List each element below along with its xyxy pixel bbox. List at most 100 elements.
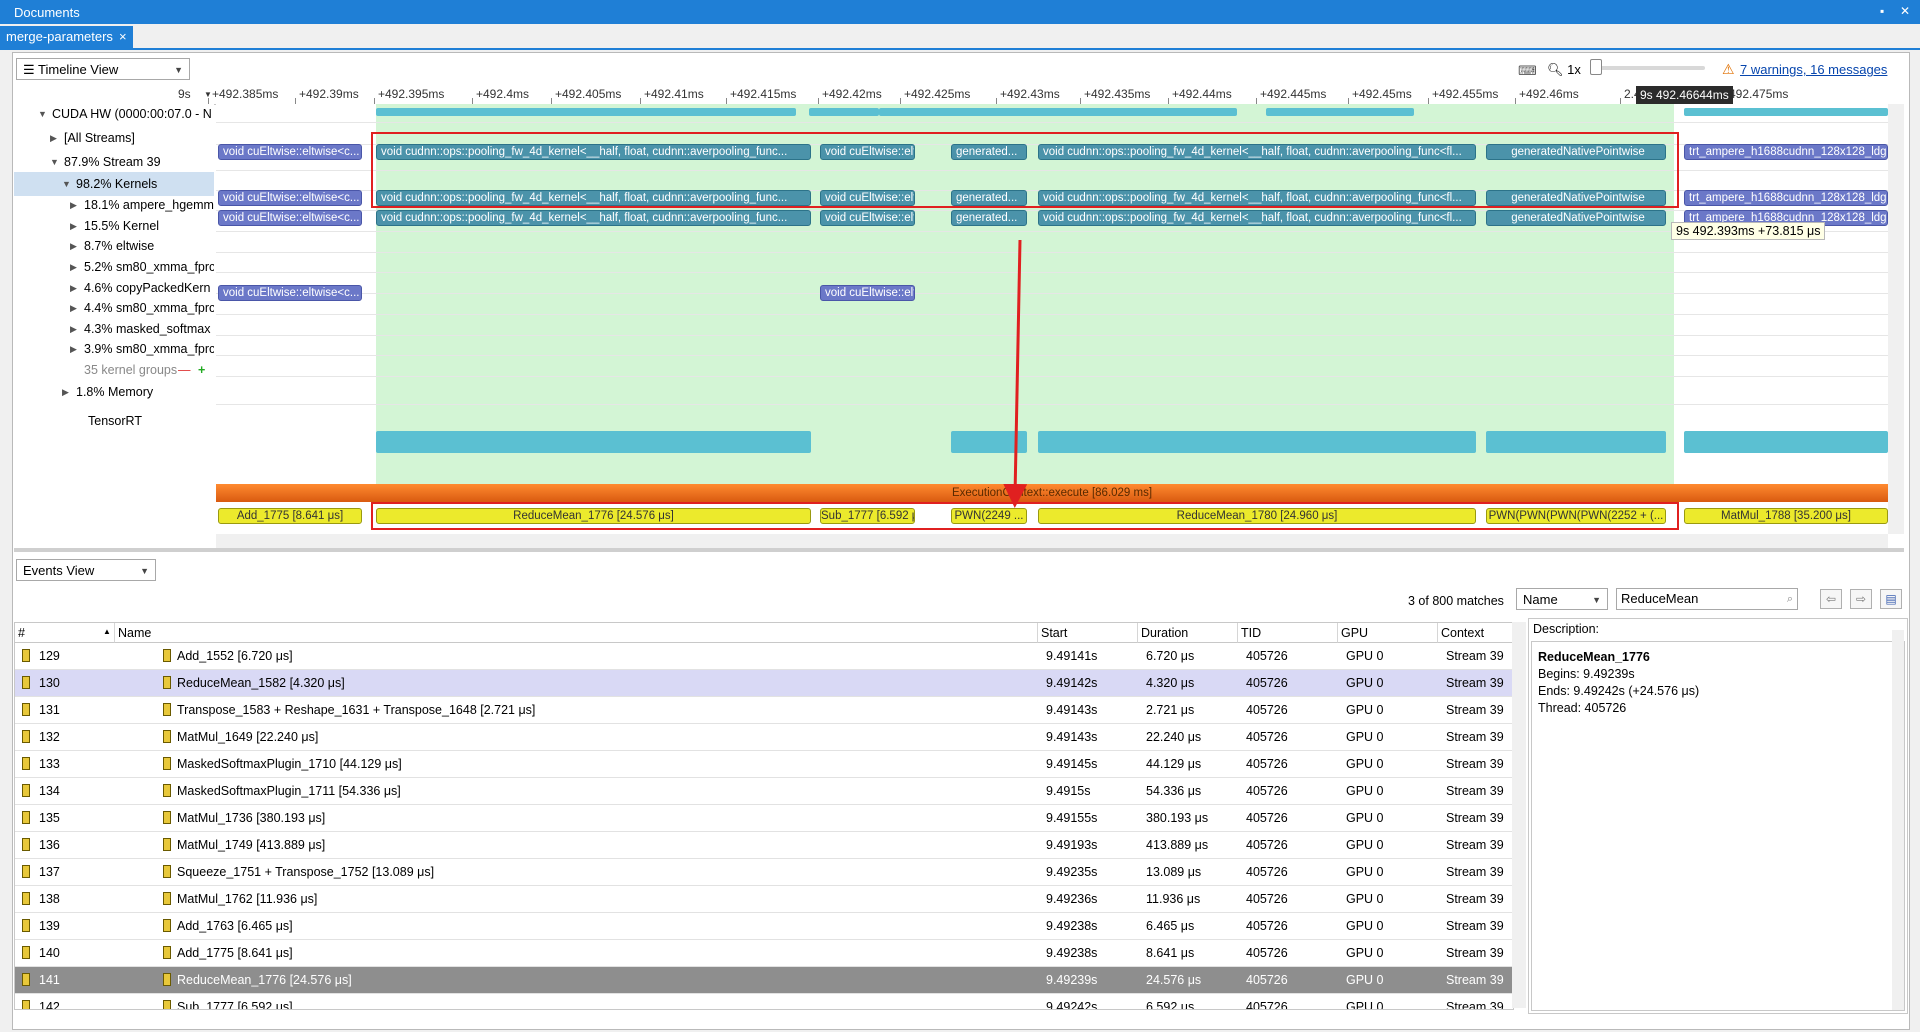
column-header[interactable]: #: [15, 623, 115, 643]
expand-toggle-icon[interactable]: ▶: [62, 380, 69, 404]
table-row[interactable]: 135 MatMul_1736 [380.193 μs] 9.49155s 380.1…: [15, 805, 1513, 832]
collapse-groups-icon[interactable]: —: [178, 358, 191, 382]
column-header[interactable]: TID: [1238, 623, 1338, 643]
menu-icon: ☰: [23, 62, 39, 77]
table-row[interactable]: 137 Squeeze_1751 + Transpose_1752 [13.089…: [15, 859, 1513, 886]
tree-row[interactable]: ▶ 1.8% Memory: [14, 380, 214, 404]
previous-match-button[interactable]: ⇦: [1820, 589, 1842, 609]
next-match-button[interactable]: ⇨: [1850, 589, 1872, 609]
table-cell-tid: 405726: [1246, 730, 1288, 744]
table-cell-ctx: Stream 39: [1446, 865, 1504, 879]
zoom-control[interactable]: 🔍︎ 1x: [1547, 62, 1581, 78]
table-cell-tid: 405726: [1246, 676, 1288, 690]
row-marker-icon: [22, 730, 30, 743]
events-view-combo[interactable]: Events View ▼: [16, 559, 156, 581]
expand-toggle-icon[interactable]: ▶: [50, 126, 57, 150]
table-row[interactable]: 131 Transpose_1583 + Reshape_1631 + Trans…: [15, 697, 1513, 724]
table-cell-gpu: GPU 0: [1346, 892, 1384, 906]
zoom-slider-track[interactable]: [1590, 66, 1705, 70]
tree-row[interactable]: ▶ [All Streams]: [14, 126, 214, 150]
table-cell-ctx: Stream 39: [1446, 703, 1504, 717]
sort-ascending-icon[interactable]: ▲: [103, 627, 111, 636]
tab-label: merge-parameters: [6, 29, 113, 44]
table-cell-name: MatMul_1762 [11.936 μs]: [177, 892, 318, 906]
timeline-vertical-scrollbar[interactable]: [1888, 104, 1904, 534]
tab-merge-parameters[interactable]: merge-parameters ×: [0, 26, 133, 48]
table-cell-start: 9.49141s: [1046, 649, 1098, 663]
timeline-view-label: Timeline View: [38, 62, 119, 77]
table-cell-gpu: GPU 0: [1346, 676, 1384, 690]
column-header[interactable]: Name: [115, 623, 1038, 643]
time-ruler[interactable]: 9s ▼ +492.385ms +492.39ms +492.395ms +492.4…: [14, 86, 1886, 105]
table-cell-tid: 405726: [1246, 649, 1288, 663]
table-cell-ctx: Stream 39: [1446, 973, 1504, 987]
expand-toggle-icon[interactable]: ▼: [38, 102, 47, 126]
expand-toggle-icon[interactable]: ▼: [50, 150, 59, 174]
table-cell-n: 134: [39, 784, 60, 798]
ruler-tick-label: +492.425ms: [904, 87, 971, 101]
table-row[interactable]: 132 MatMul_1649 [22.240 μs] 9.49143s 22.240…: [15, 724, 1513, 751]
table-row[interactable]: 134 MaskedSoftmaxPlugin_1711 [54.336 μs] 9…: [15, 778, 1513, 805]
events-vertical-scrollbar[interactable]: [1512, 622, 1526, 1008]
close-icon[interactable]: ✕: [1900, 4, 1910, 18]
column-header[interactable]: Context: [1438, 623, 1513, 643]
row-marker-icon: [22, 757, 30, 770]
expand-groups-icon[interactable]: +: [198, 358, 205, 382]
tree-row[interactable]: ▼ CUDA HW (0000:00:07.0 - N: [14, 102, 214, 126]
table-row[interactable]: 140 Add_1775 [8.641 μs] 9.49238s 8.641 μs 40…: [15, 940, 1513, 967]
row-marker-icon: [163, 757, 171, 770]
table-cell-gpu: GPU 0: [1346, 649, 1384, 663]
tree-row[interactable]: ▼ 87.9% Stream 39: [14, 150, 214, 174]
table-cell-start: 9.49143s: [1046, 730, 1098, 744]
search-field-combo[interactable]: Name ▼: [1516, 588, 1608, 610]
table-row[interactable]: 129 Add_1552 [6.720 μs] 9.49141s 6.720 μs 40…: [15, 643, 1513, 670]
timeline-tree: ▼ CUDA HW (0000:00:07.0 - N ▶ [All Streams]…: [14, 104, 214, 534]
keyboard-icon[interactable]: ⌨: [1518, 63, 1537, 79]
ruler-tick-label: +492.415ms: [730, 87, 797, 101]
documents-titlebar: Documents ▪ ✕: [0, 0, 1920, 24]
timeline-horizontal-scrollbar[interactable]: [216, 534, 1888, 548]
table-cell-dur: 6.720 μs: [1146, 649, 1195, 663]
columns-icon[interactable]: ▤: [1880, 589, 1902, 609]
table-cell-name: ReduceMean_1776 [24.576 μs]: [177, 973, 352, 987]
row-marker-icon: [163, 730, 171, 743]
table-cell-dur: 2.721 μs: [1146, 703, 1195, 717]
panel-splitter[interactable]: [14, 548, 1904, 552]
search-input[interactable]: ReduceMean ⌕: [1616, 588, 1798, 610]
timeline-view-combo[interactable]: ☰ Timeline View ▼: [16, 58, 190, 80]
row-marker-icon: [163, 838, 171, 851]
table-cell-start: 9.49238s: [1046, 946, 1098, 960]
table-cell-n: 136: [39, 838, 60, 852]
ruler-tick-label: +492.43ms: [1000, 87, 1060, 101]
table-cell-gpu: GPU 0: [1346, 1000, 1384, 1010]
table-cell-gpu: GPU 0: [1346, 811, 1384, 825]
pin-icon[interactable]: ▪: [1880, 4, 1884, 18]
tree-row[interactable]: TensorRT: [14, 409, 214, 433]
table-cell-name: MatMul_1749 [413.889 μs]: [177, 838, 326, 852]
description-label: Description:: [1533, 622, 1599, 636]
table-cell-n: 137: [39, 865, 60, 879]
table-cell-dur: 6.592 μs: [1146, 1000, 1195, 1010]
zoom-slider-thumb[interactable]: [1590, 59, 1602, 75]
table-row[interactable]: 130 ReduceMean_1582 [4.320 μs] 9.49142s 4.3…: [15, 670, 1513, 697]
tree-row[interactable]: 35 kernel groups — +: [14, 358, 214, 382]
table-row[interactable]: 142 Sub_1777 [6.592 μs] 9.49242s 6.592 μs 40…: [15, 994, 1513, 1010]
tab-close-icon[interactable]: ×: [119, 29, 127, 44]
row-marker-icon: [163, 946, 171, 959]
description-scrollbar[interactable]: [1892, 630, 1904, 1010]
column-header[interactable]: Duration: [1138, 623, 1238, 643]
table-cell-start: 9.49235s: [1046, 865, 1098, 879]
table-row[interactable]: 136 MatMul_1749 [413.889 μs] 9.49193s 413.8…: [15, 832, 1513, 859]
timeline-canvas[interactable]: void cuEltwise::eltwise<c... void cudnn::…: [216, 104, 1888, 534]
ruler-tick-label: +492.45ms: [1352, 87, 1412, 101]
table-row[interactable]: 138 MatMul_1762 [11.936 μs] 9.49236s 11.936…: [15, 886, 1513, 913]
table-cell-n: 138: [39, 892, 60, 906]
table-row[interactable]: 141 ReduceMean_1776 [24.576 μs] 9.49239s 24…: [15, 967, 1513, 994]
warnings-link[interactable]: 7 warnings, 16 messages: [1740, 62, 1887, 77]
ruler-cursor-label: 9s 492.46644ms: [1636, 86, 1733, 104]
column-header[interactable]: Start: [1038, 623, 1138, 643]
table-row[interactable]: 133 MaskedSoftmaxPlugin_1710 [44.129 μs] 9…: [15, 751, 1513, 778]
table-row[interactable]: 139 Add_1763 [6.465 μs] 9.49238s 6.465 μs 40…: [15, 913, 1513, 940]
table-cell-start: 9.49242s: [1046, 1000, 1098, 1010]
column-header[interactable]: GPU: [1338, 623, 1438, 643]
